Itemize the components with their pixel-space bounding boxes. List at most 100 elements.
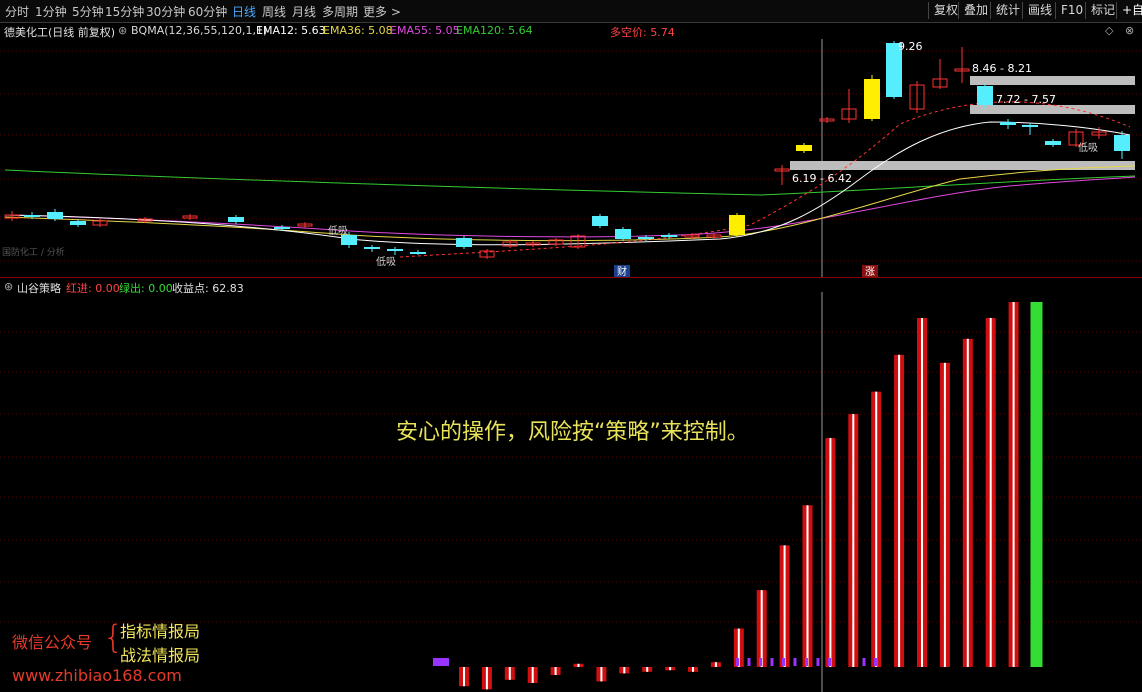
purple-marker: [782, 658, 785, 666]
draw-button[interactable]: 画线: [1022, 2, 1057, 19]
ema12-line: [4, 121, 1131, 246]
indicator-name: BQMA(12,36,55,120,1,1): [131, 24, 268, 37]
price-info-bar: 德美化工(日线 前复权) ⊛ BQMA(12,36,55,120,1,1) EM…: [0, 22, 1142, 39]
indicator-bar: [550, 667, 561, 676]
indicator-bar: [825, 438, 836, 667]
candle-body: [24, 215, 40, 217]
candle-body: [70, 221, 86, 225]
indicator-bars: [459, 302, 1043, 690]
period-tab-5min[interactable]: 5分钟: [72, 3, 104, 20]
candle-body: [729, 215, 745, 235]
indicator-bar: [962, 338, 973, 667]
period-tab-fenshi[interactable]: 分时: [5, 3, 29, 20]
indicator-bar: [573, 663, 584, 667]
indicator-bar: [527, 667, 538, 684]
indicator-bar-highlight: [806, 505, 809, 667]
candle-body: [456, 238, 472, 247]
start-marker: [433, 658, 449, 666]
zone-label-3: 6.19 - 6.42: [792, 172, 852, 185]
period-tab-1min[interactable]: 1分钟: [35, 3, 67, 20]
period-tab-daily[interactable]: 日线: [232, 3, 256, 20]
ema55-label: EMA55: 5.05: [390, 24, 460, 37]
add-watchlist-button[interactable]: +自选: [1116, 2, 1142, 19]
diamond-icon[interactable]: ◇: [1105, 24, 1113, 37]
indicator-bar-highlight: [898, 354, 901, 667]
indicator-bar: [894, 354, 905, 667]
indicator-bar: [481, 667, 492, 690]
candle-body: [592, 216, 608, 226]
stock-title[interactable]: 德美化工(日线 前复权): [4, 24, 115, 40]
candle-body: [47, 212, 63, 219]
indicator-bar-highlight: [875, 391, 878, 667]
indicator-bar: [871, 391, 882, 667]
indicator-bar: [917, 318, 927, 667]
watermark-name-1: 指标情报局: [120, 622, 201, 641]
candle-body: [638, 237, 654, 239]
indicator-bar: [802, 505, 813, 667]
high-price-label: 9.26: [898, 40, 923, 53]
candle-body: [228, 217, 244, 222]
zone-bar-2: [970, 105, 1135, 114]
indicator-bar-highlight: [943, 362, 946, 667]
buy-label-3: 低吸: [1078, 141, 1098, 154]
overlay-button[interactable]: 叠加: [958, 2, 993, 19]
wechat-label: 微信公众号: [12, 633, 93, 652]
indicator-bar-green: [1030, 302, 1043, 667]
indicator-bar: [665, 667, 676, 671]
mark-button[interactable]: 标记: [1085, 2, 1120, 19]
ema55-line: [4, 176, 1136, 238]
indicator-settings-icon[interactable]: ⊛: [118, 24, 127, 37]
indicator-bar: [1008, 302, 1019, 667]
candle-body: [864, 79, 880, 119]
watermark-name-2: 战法情报局: [120, 646, 201, 665]
expand-icon[interactable]: ⊗: [1125, 24, 1134, 37]
indicator-bar: [459, 667, 469, 687]
f10-button[interactable]: F10: [1055, 2, 1088, 19]
period-toolbar: 分时 1分钟 5分钟 15分钟 30分钟 60分钟 日线 周线 月线 多周期 更…: [0, 0, 1142, 23]
candle-body: [1045, 141, 1061, 145]
indicator-bar-highlight: [485, 667, 488, 690]
period-tab-30min[interactable]: 30分钟: [146, 3, 185, 20]
faded-corner-label: 国防化工 / 分析: [2, 246, 65, 258]
indicator-bar-highlight: [669, 667, 672, 671]
period-tab-more[interactable]: 更多 >: [363, 3, 401, 20]
indicator-bar: [710, 662, 721, 667]
indicator-bar-highlight: [600, 667, 603, 682]
indicator-bar: [642, 667, 653, 672]
buy-label-2: 低吸: [376, 255, 396, 268]
indicator-bar-highlight: [531, 667, 534, 684]
indicator-bar-highlight: [554, 667, 557, 676]
indicator-bar-highlight: [1012, 302, 1015, 667]
indicator-bar-highlight: [692, 667, 694, 672]
period-tab-multi[interactable]: 多周期: [322, 3, 358, 20]
purple-marker: [828, 658, 831, 666]
price-chart-panel: 9.26 8.46 - 8.21 7.72 - 7.57 6.19 - 6.42…: [0, 39, 1142, 277]
candles: [4, 41, 1130, 259]
zone-bar-3: [790, 161, 1135, 170]
purple-marker: [759, 658, 762, 666]
indicator-bar-highlight: [760, 590, 763, 667]
candle-body: [364, 247, 380, 249]
purple-marker: [736, 658, 739, 666]
period-tab-monthly[interactable]: 月线: [292, 3, 316, 20]
indicator-bar-highlight: [989, 318, 992, 667]
ema12-label: EMA12: 5.63: [256, 24, 326, 37]
period-tab-weekly[interactable]: 周线: [262, 3, 286, 20]
zone-label-1: 8.46 - 8.21: [972, 62, 1032, 75]
purple-marker: [805, 658, 808, 666]
period-tab-60min[interactable]: 60分钟: [188, 3, 227, 20]
event-fin-text: 财: [617, 265, 627, 277]
indicator-bar: [848, 414, 859, 667]
indicator-bar-highlight: [852, 414, 855, 667]
event-rise-text: 涨: [865, 266, 875, 277]
zone-label-2: 7.72 - 7.57: [996, 93, 1056, 106]
indicator-bar: [985, 318, 996, 667]
price-chart: 9.26 8.46 - 8.21 7.72 - 7.57 6.19 - 6.42…: [0, 39, 1142, 277]
candle-body: [1000, 122, 1016, 125]
period-tab-15min[interactable]: 15分钟: [105, 3, 144, 20]
stats-button[interactable]: 统计: [990, 2, 1025, 19]
indicator-bar-highlight: [829, 438, 832, 667]
candle-body: [615, 229, 631, 239]
indicator-bar: [619, 667, 630, 674]
purple-marker: [816, 658, 820, 666]
